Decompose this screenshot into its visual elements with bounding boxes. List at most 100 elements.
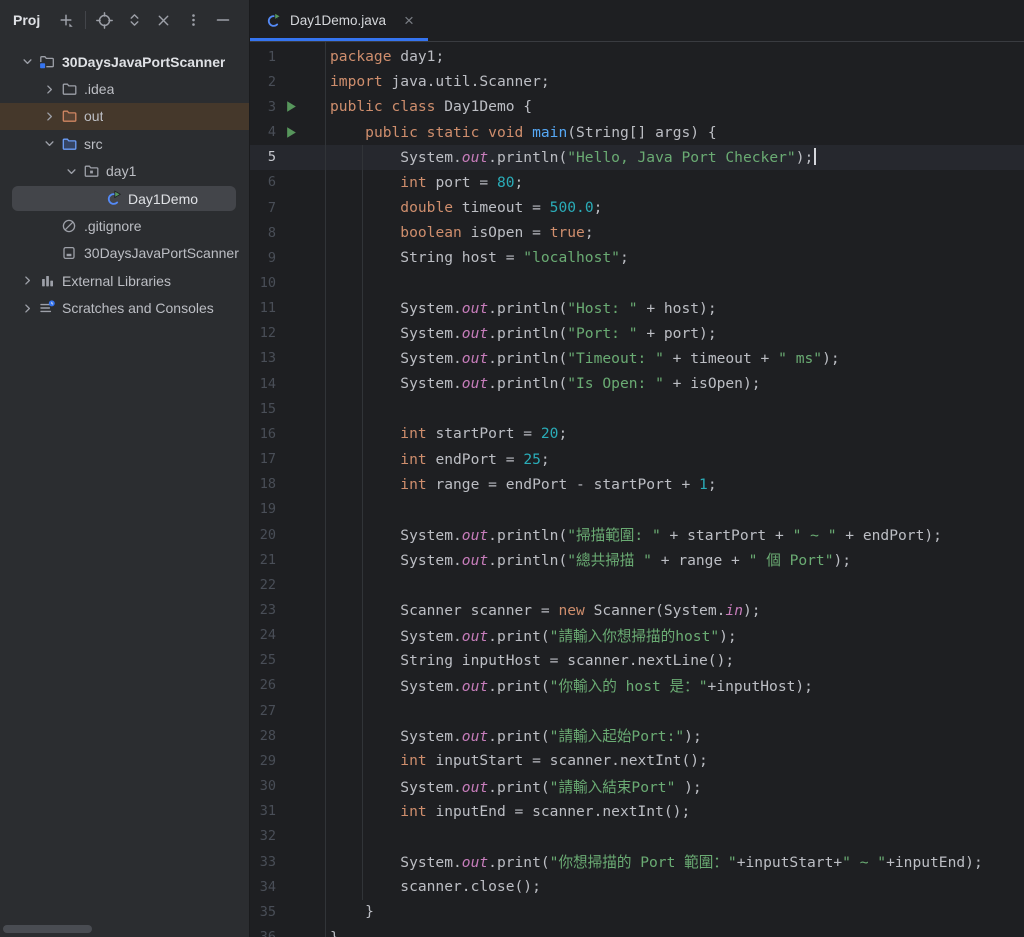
code-line[interactable]: 10 (250, 270, 1024, 295)
hide-panel-button[interactable] (212, 9, 234, 31)
tree-item-30daysjavaportscanner[interactable]: 30DaysJavaPortScanner (0, 48, 249, 75)
expand-all-button[interactable] (123, 9, 145, 31)
gutter[interactable]: 18 (250, 472, 325, 497)
gutter[interactable]: 36 (250, 924, 325, 937)
code-line[interactable]: 36} (250, 924, 1024, 937)
gutter[interactable]: 11 (250, 296, 325, 321)
chevron-right-icon[interactable] (38, 108, 60, 124)
chevron-right-icon[interactable] (16, 273, 38, 289)
gutter[interactable]: 1 (250, 44, 325, 69)
tree-item-external-libraries[interactable]: External Libraries (0, 267, 249, 294)
gutter[interactable]: 15 (250, 396, 325, 421)
code-editor[interactable]: 1 package day1; 2 import java.util.Scanner;… (250, 42, 1024, 937)
gutter[interactable]: 24 (250, 623, 325, 648)
gutter[interactable]: 3 (250, 94, 325, 119)
code-line[interactable]: 1 package day1; (250, 44, 1024, 69)
gutter[interactable]: 25 (250, 648, 325, 673)
code-line[interactable]: 14 System.out.println("Is Open: " + isOp… (250, 371, 1024, 396)
gutter[interactable]: 6 (250, 170, 325, 195)
gutter[interactable]: 21 (250, 547, 325, 572)
code-line[interactable]: 4 public static void main(String[] args)… (250, 119, 1024, 144)
close-icon[interactable]: × (402, 12, 416, 29)
gutter[interactable]: 10 (250, 270, 325, 295)
code-line[interactable]: 21 System.out.println("總共掃描 " + range + … (250, 547, 1024, 572)
code-line[interactable]: 34 scanner.close(); (250, 874, 1024, 899)
gutter[interactable]: 31 (250, 799, 325, 824)
gutter[interactable]: 19 (250, 497, 325, 522)
gutter[interactable]: 8 (250, 220, 325, 245)
code-line[interactable]: 30 System.out.print("請輸入結束Port" ); (250, 774, 1024, 799)
gutter[interactable]: 28 (250, 723, 325, 748)
code-line[interactable]: 9 String host = "localhost"; (250, 245, 1024, 270)
code-line[interactable]: 15 (250, 396, 1024, 421)
tab-day1demo-java[interactable]: Day1Demo.java × (250, 0, 428, 41)
tree-item-30daysjavaportscanner[interactable]: 30DaysJavaPortScanner (0, 240, 249, 267)
run-icon[interactable] (283, 124, 299, 140)
tree-item-out[interactable]: out (0, 102, 249, 131)
panel-title[interactable]: Proj (13, 12, 40, 28)
gutter[interactable]: 9 (250, 245, 325, 270)
add-button[interactable] (55, 9, 77, 31)
tree-item-scratches-and-consoles[interactable]: Scratches and Consoles (0, 295, 249, 322)
chevron-right-icon[interactable] (38, 81, 60, 97)
tree-item--gitignore[interactable]: .gitignore (0, 212, 249, 239)
code-line[interactable]: 31 int inputEnd = scanner.nextInt(); (250, 799, 1024, 824)
gutter[interactable]: 17 (250, 447, 325, 472)
gutter[interactable]: 26 (250, 673, 325, 698)
code-line[interactable]: 18 int range = endPort - startPort + 1; (250, 472, 1024, 497)
code-line[interactable]: 13 System.out.println("Timeout: " + time… (250, 346, 1024, 371)
code-line[interactable]: 27 (250, 698, 1024, 723)
more-options-button[interactable] (182, 9, 204, 31)
gutter[interactable]: 23 (250, 597, 325, 622)
code-line[interactable]: 7 double timeout = 500.0; (250, 195, 1024, 220)
code-line[interactable]: 20 System.out.println("掃描範圍: " + startPo… (250, 522, 1024, 547)
gutter[interactable]: 12 (250, 321, 325, 346)
gutter[interactable]: 32 (250, 824, 325, 849)
locate-file-button[interactable] (93, 9, 115, 31)
gutter[interactable]: 27 (250, 698, 325, 723)
code-line[interactable]: 16 int startPort = 20; (250, 421, 1024, 446)
gutter[interactable]: 20 (250, 522, 325, 547)
gutter[interactable]: 35 (250, 899, 325, 924)
gutter[interactable]: 30 (250, 774, 325, 799)
tree-item-day1demo[interactable]: Day1Demo (0, 185, 249, 212)
gutter[interactable]: 22 (250, 572, 325, 597)
gutter[interactable]: 33 (250, 849, 325, 874)
chevron-down-icon[interactable] (16, 54, 38, 70)
gutter[interactable]: 13 (250, 346, 325, 371)
code-line[interactable]: 28 System.out.print("請輸入起始Port:"); (250, 723, 1024, 748)
gutter[interactable]: 34 (250, 874, 325, 899)
horizontal-scrollbar-thumb[interactable] (3, 925, 92, 933)
gutter[interactable]: 2 (250, 69, 325, 94)
gutter[interactable]: 16 (250, 421, 325, 446)
code-line[interactable]: 33 System.out.print("你想掃描的 Port 範圍："+inp… (250, 849, 1024, 874)
code-line[interactable]: 3 public class Day1Demo { (250, 94, 1024, 119)
tree-item--idea[interactable]: .idea (0, 75, 249, 102)
code-line[interactable]: 22 (250, 572, 1024, 597)
gutter[interactable]: 5 (250, 145, 325, 170)
gutter[interactable]: 29 (250, 748, 325, 773)
code-line[interactable]: 12 System.out.println("Port: " + port); (250, 321, 1024, 346)
code-line[interactable]: 32 (250, 824, 1024, 849)
code-line[interactable]: 8 boolean isOpen = true; (250, 220, 1024, 245)
chevron-down-icon[interactable] (60, 163, 82, 179)
code-line[interactable]: 6 int port = 80; (250, 170, 1024, 195)
code-line[interactable]: 19 (250, 497, 1024, 522)
code-line[interactable]: 17 int endPort = 25; (250, 447, 1024, 472)
code-line[interactable]: 25 String inputHost = scanner.nextLine()… (250, 648, 1024, 673)
code-line[interactable]: 5 System.out.println("Hello, Java Port C… (250, 144, 1024, 170)
code-line[interactable]: 2 import java.util.Scanner; (250, 69, 1024, 94)
chevron-down-icon[interactable] (38, 136, 60, 152)
tree-item-src[interactable]: src (0, 130, 249, 157)
code-line[interactable]: 26 System.out.print("你輸入的 host 是："+input… (250, 673, 1024, 698)
chevron-right-icon[interactable] (16, 300, 38, 316)
code-line[interactable]: 35 } (250, 899, 1024, 924)
gutter[interactable]: 7 (250, 195, 325, 220)
code-line[interactable]: 24 System.out.print("請輸入你想掃描的host"); (250, 623, 1024, 648)
collapse-all-button[interactable] (153, 9, 175, 31)
code-line[interactable]: 23 Scanner scanner = new Scanner(System.… (250, 597, 1024, 622)
tree-item-day1[interactable]: day1 (0, 158, 249, 185)
gutter[interactable]: 4 (250, 119, 325, 144)
code-line[interactable]: 29 int inputStart = scanner.nextInt(); (250, 748, 1024, 773)
gutter[interactable]: 14 (250, 371, 325, 396)
